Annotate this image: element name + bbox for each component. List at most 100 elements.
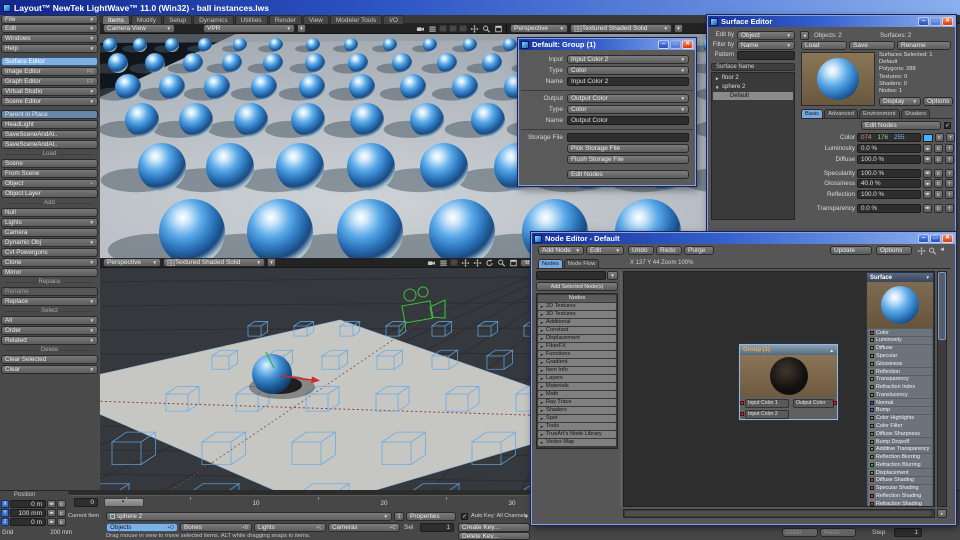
create-key-button[interactable]: Create Key... — [458, 523, 530, 532]
render-mode-dropdown[interactable]: Textured Shaded Solid▼ — [163, 258, 265, 267]
channel-port-dot[interactable] — [870, 370, 874, 374]
surface-channel[interactable]: Diffuse — [868, 345, 932, 352]
render-mode-dropdown[interactable]: VPR▼ — [203, 24, 295, 33]
maximize-button[interactable]: □ — [670, 40, 681, 49]
redo-button[interactable]: Redo — [820, 528, 856, 537]
sidebar-item[interactable]: Object Layer — [1, 189, 98, 198]
storage-file-field[interactable] — [567, 133, 689, 142]
collapse-panel-icon[interactable]: ◄ — [939, 247, 945, 253]
autokey-checkbox[interactable]: ✓ — [461, 513, 468, 520]
channel-port-dot[interactable] — [870, 471, 874, 475]
close-button[interactable]: ✕ — [942, 17, 953, 26]
position-z-field[interactable]: 0 m — [10, 518, 46, 526]
layer-button[interactable]: 1 — [394, 512, 404, 521]
channel-port-dot[interactable] — [870, 440, 874, 444]
spinner[interactable]: ◂▸ — [47, 509, 56, 517]
texture-button[interactable]: T — [945, 169, 954, 178]
node-search-field[interactable] — [536, 271, 606, 280]
load-button[interactable]: Load — [801, 41, 847, 50]
node-category[interactable]: ► FiberFX — [538, 343, 616, 350]
texture-button[interactable]: T — [945, 144, 954, 153]
frame-slider-handle[interactable]: ▲ — [104, 498, 144, 507]
zoom-icon[interactable] — [927, 246, 937, 255]
surface-channel[interactable]: Diffuse Shading — [868, 477, 932, 484]
node-category[interactable]: ► Gradient — [538, 359, 616, 366]
maximize-icon[interactable] — [508, 258, 518, 267]
item-type-button[interactable]: Lights+L — [254, 523, 326, 532]
zoom-icon[interactable] — [496, 258, 506, 267]
pattern-field[interactable] — [737, 51, 795, 60]
envelope-button[interactable]: E — [934, 204, 943, 213]
chevron-down-icon[interactable]: ▼ — [297, 24, 306, 33]
surface-channel[interactable]: Translucency — [868, 391, 932, 398]
group-dialog-titlebar[interactable]: Default: Group (1) –□✕ — [519, 39, 695, 50]
surface-editor-tab[interactable]: Advanced — [824, 109, 858, 118]
maximize-icon[interactable] — [493, 24, 503, 33]
surface-editor-tab[interactable]: Environment — [859, 109, 900, 118]
sidebar-item[interactable]: Image Editor F6 — [1, 67, 98, 76]
spinner[interactable]: ◂▸ — [923, 179, 932, 188]
close-button[interactable]: ✕ — [682, 40, 693, 49]
envelope-button[interactable]: E — [57, 518, 66, 526]
spinner[interactable]: ◂▸ — [47, 500, 56, 508]
node-category[interactable]: ► Vertex Map — [538, 439, 616, 446]
surface-channel[interactable]: Refraction Shading — [868, 500, 932, 507]
channel-port-dot[interactable] — [870, 463, 874, 467]
sidebar-item[interactable]: All ▼ — [1, 316, 98, 325]
sidebar-item[interactable]: Help ▼ — [1, 44, 98, 53]
surface-channel[interactable]: Refraction Blurring — [868, 461, 932, 468]
pan-icon[interactable] — [916, 246, 926, 255]
channel-port-dot[interactable] — [870, 455, 874, 459]
surface-editor-tab[interactable]: Basic — [801, 109, 823, 118]
menu-tab[interactable]: Render — [269, 15, 302, 24]
position-y-field[interactable]: 100 mm — [10, 509, 46, 517]
group-node-header[interactable]: Group (1) ▲ — [740, 345, 837, 355]
output-port-label[interactable]: Output Color — [793, 399, 834, 408]
surface-channel[interactable]: Normal — [868, 399, 932, 406]
output-type-dropdown[interactable]: Color▼ — [567, 105, 689, 114]
surface-channel[interactable]: Diffuse Sharpness — [868, 430, 932, 437]
sidebar-item[interactable]: Windows ▼ — [1, 34, 98, 43]
sidebar-item[interactable]: Order ▼ — [1, 326, 98, 335]
sidebar-item[interactable]: Mirror — [1, 268, 98, 277]
collapse-node-icon[interactable]: ▼ — [926, 275, 930, 280]
envelope-button[interactable]: E — [57, 500, 66, 508]
update-button[interactable]: Update — [830, 246, 872, 255]
item-type-button[interactable]: Bones+B — [180, 523, 252, 532]
node-category[interactable]: ► Shaders — [538, 407, 616, 414]
spinner[interactable]: ◂▸ — [923, 204, 932, 213]
texture-button[interactable]: T — [945, 155, 954, 164]
envelope-button[interactable]: E — [934, 190, 943, 199]
delete-key-button[interactable]: Delete Key... — [458, 532, 530, 540]
input-name-field[interactable]: Input Color 2 — [567, 77, 689, 86]
node-category[interactable]: ► Displacement — [538, 335, 616, 342]
channel-port-dot[interactable] — [870, 424, 874, 428]
scroll-right-icon[interactable]: ▸ — [937, 509, 947, 518]
sidebar-item[interactable]: Graph Editor F2 — [1, 77, 98, 86]
channel-port-dot[interactable] — [870, 447, 874, 451]
horizontal-scrollbar[interactable] — [623, 509, 935, 518]
surface-channel[interactable]: Transparency — [868, 376, 932, 383]
node-canvas[interactable]: Group (1) ▲ Input Color 1 Output Color I… — [623, 271, 935, 507]
spinner[interactable]: ◂▸ — [923, 169, 932, 178]
surface-channel[interactable]: Additive Transparency — [868, 446, 932, 453]
channel-port-dot[interactable] — [870, 502, 874, 506]
search-options-icon[interactable]: ▼ — [607, 271, 618, 280]
channel-port-dot[interactable] — [870, 416, 874, 420]
channel-port-dot[interactable] — [870, 478, 874, 482]
sidebar-item[interactable]: Related ▼ — [1, 336, 98, 345]
node-category[interactable]: ► Functions — [538, 351, 616, 358]
options-button[interactable]: Options — [876, 246, 912, 255]
sidebar-item[interactable]: From Scene — [1, 169, 98, 178]
channel-port-dot[interactable] — [870, 401, 874, 405]
add-node-dropdown[interactable]: Add Node▼ — [538, 246, 584, 255]
pick-storage-button[interactable]: Pick Storage File — [567, 144, 689, 153]
minimize-button[interactable]: – — [918, 234, 929, 243]
file-menu-button[interactable]: File▼ — [1, 15, 98, 24]
spinner[interactable]: ◂▸ — [47, 518, 56, 526]
scrollbar-thumb[interactable] — [625, 511, 931, 516]
texture-button[interactable]: T — [945, 179, 954, 188]
position-x-field[interactable]: 0 m — [10, 500, 46, 508]
sidebar-item[interactable]: Object + — [1, 179, 98, 188]
display-dropdown[interactable]: Display▼ — [879, 97, 921, 106]
